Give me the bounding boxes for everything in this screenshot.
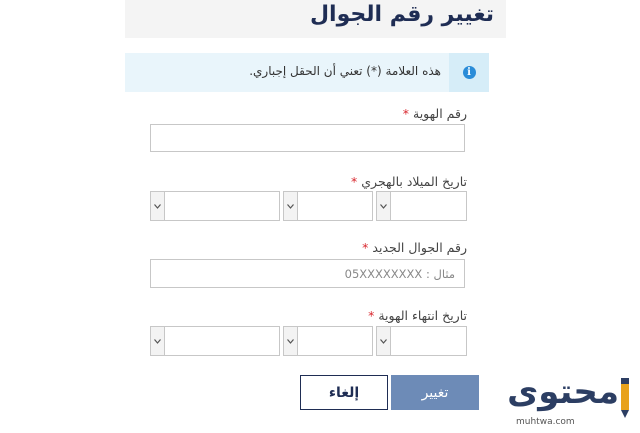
chevron-down-icon[interactable] — [377, 192, 391, 220]
logo-word: محتوى — [507, 372, 619, 412]
required-mark: * — [402, 106, 410, 121]
expiry-day-select[interactable] — [376, 326, 467, 356]
hijri-birth-date-label: تاريخ الميلاد بالهجري * — [351, 174, 467, 189]
required-mark: * — [362, 240, 369, 255]
new-mobile-input[interactable]: مثال : 05XXXXXXXX — [150, 259, 465, 288]
required-notice: i هذه العلامة (*) تعني أن الحقل إجباري. — [125, 53, 489, 92]
chevron-down-icon[interactable] — [284, 192, 298, 220]
submit-button[interactable]: تغيير — [391, 375, 479, 410]
page-title: تغيير رقم الجوال — [309, 2, 494, 27]
birth-day-select[interactable] — [376, 191, 467, 221]
pen-icon — [621, 378, 629, 418]
required-mark: * — [351, 174, 358, 189]
hijri-birth-date-label-text: تاريخ الميلاد بالهجري — [361, 174, 467, 189]
new-mobile-placeholder: مثال : 05XXXXXXXX — [344, 267, 455, 281]
notice-text: هذه العلامة (*) تعني أن الحقل إجباري. — [249, 64, 441, 78]
new-mobile-label-text: رقم الجوال الجديد — [372, 240, 467, 255]
id-number-label-text: رقم الهوية — [413, 106, 467, 121]
expiry-month-select[interactable] — [283, 326, 373, 356]
chevron-down-icon[interactable] — [377, 327, 391, 355]
new-mobile-label: رقم الجوال الجديد * — [362, 240, 467, 255]
id-expiry-date-label-text: تاريخ انتهاء الهوية — [378, 308, 467, 323]
id-number-input[interactable] — [150, 124, 465, 152]
chevron-down-icon[interactable] — [151, 327, 165, 355]
logo-site: muhtwa.com — [516, 417, 575, 427]
site-logo: محتوى muhtwa.com — [497, 372, 633, 430]
id-expiry-date-label: تاريخ انتهاء الهوية * — [368, 308, 467, 323]
birth-year-select[interactable] — [150, 191, 280, 221]
page-header: تغيير رقم الجوال — [125, 0, 506, 38]
cancel-button[interactable]: إلغاء — [300, 375, 388, 410]
chevron-down-icon[interactable] — [151, 192, 165, 220]
chevron-down-icon[interactable] — [284, 327, 298, 355]
birth-month-select[interactable] — [283, 191, 373, 221]
notice-icon-box: i — [449, 53, 489, 92]
id-number-label: رقم الهوية * — [403, 106, 467, 121]
required-mark: * — [368, 308, 375, 323]
info-icon: i — [462, 66, 476, 79]
expiry-year-select[interactable] — [150, 326, 280, 356]
